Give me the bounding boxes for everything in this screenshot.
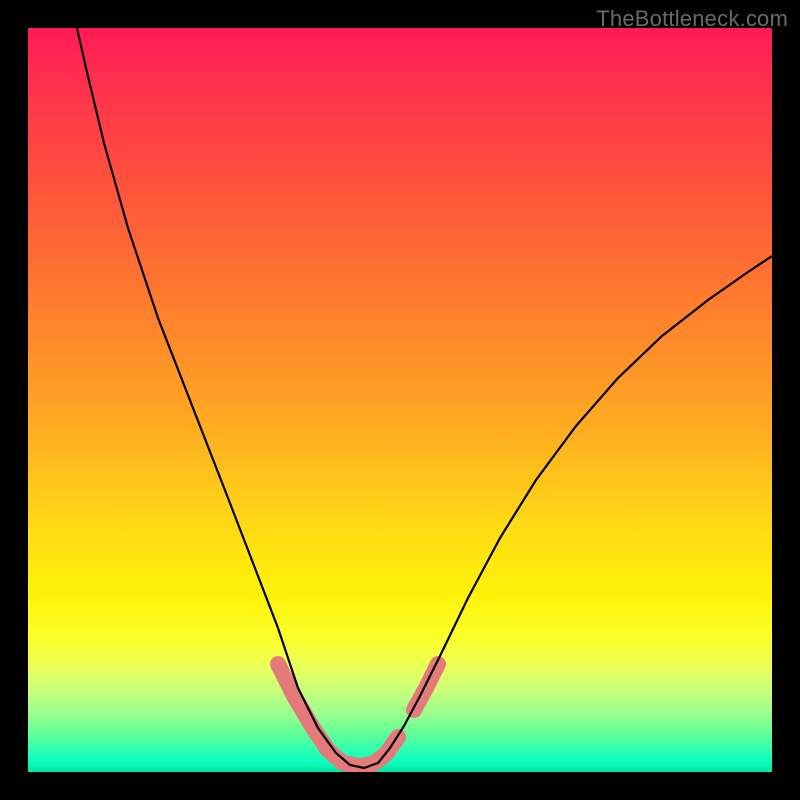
bottleneck-curve <box>77 28 772 768</box>
curve-layer <box>28 28 772 772</box>
watermark-text: TheBottleneck.com <box>596 6 788 32</box>
optimal-region-marker <box>278 664 438 766</box>
chart-frame: TheBottleneck.com <box>0 0 800 800</box>
plot-area <box>28 28 772 772</box>
